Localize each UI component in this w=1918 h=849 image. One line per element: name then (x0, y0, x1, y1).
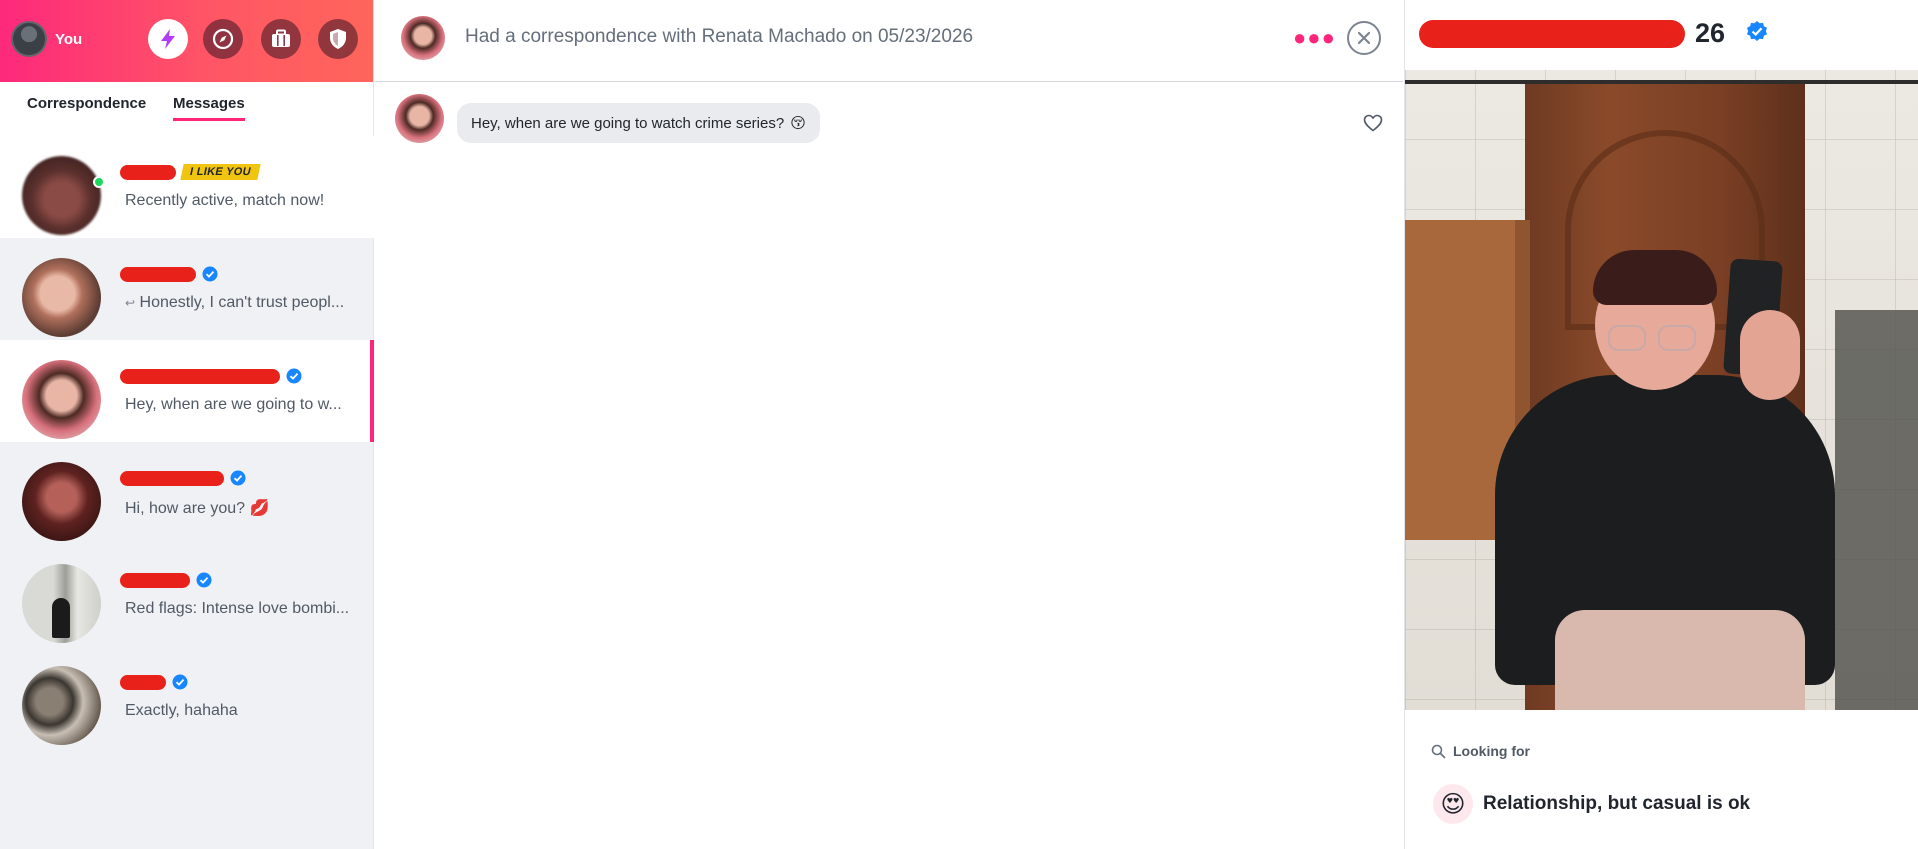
match-avatar[interactable] (401, 16, 445, 60)
looking-for-value: Relationship, but casual is ok (1483, 793, 1751, 814)
looking-for-section: Looking for 😍 Relationship, but casual i… (1405, 710, 1918, 849)
close-icon (1357, 31, 1371, 45)
conversation-preview: Recently active, match now! (125, 192, 325, 209)
shield-icon (330, 29, 346, 49)
boost-button[interactable] (148, 19, 188, 59)
heart-eyes-emoji: 😍 (1433, 784, 1473, 824)
conversation-item[interactable]: I LIKE YOU Recently active, match now! (0, 136, 374, 238)
redacted-name (120, 266, 196, 282)
verified-badge-icon (286, 368, 302, 384)
redacted-name (120, 674, 166, 690)
online-indicator (93, 176, 105, 188)
conversation-preview: Hey, when are we going to w... (125, 396, 342, 413)
conversation-item[interactable]: Red flags: Intense love bombi... (0, 544, 374, 646)
message-bubble[interactable]: Hey, when are we going to watch crime se… (457, 103, 820, 143)
my-avatar[interactable] (11, 21, 47, 57)
profile-panel: 26 Looking for 😍 Relationship, but casua… (1404, 0, 1918, 849)
close-chat-button[interactable] (1347, 21, 1381, 55)
more-options-button[interactable]: ●●● (1293, 25, 1336, 51)
sidebar-tabs: Correspondence Messages (0, 82, 373, 136)
avatar (22, 360, 101, 439)
profile-header: 26 (1405, 0, 1918, 70)
avatar (22, 666, 101, 745)
kissing-emoji: 😚 (790, 115, 806, 132)
conversation-preview: Hi, how are you? 💋 (125, 498, 269, 518)
conversation-item[interactable]: ↩ Honestly, I can't trust peopl... (0, 238, 374, 340)
avatar (22, 258, 101, 337)
search-icon (1431, 744, 1446, 759)
conversation-preview-text: Hi, how are you? (125, 500, 246, 517)
lightning-icon (161, 29, 175, 49)
profile-photo[interactable] (1405, 70, 1918, 710)
avatar (22, 462, 101, 541)
redacted-name (120, 470, 224, 486)
conversation-item[interactable]: Hi, how are you? 💋 (0, 442, 374, 544)
conversation-item[interactable]: Exactly, hahaha (0, 646, 374, 748)
conversation-name (120, 570, 212, 590)
sidebar-header: You (0, 0, 373, 82)
looking-for-label: Looking for (1453, 743, 1530, 759)
my-profile-label[interactable]: You (55, 31, 82, 48)
reply-arrow-icon: ↩ (125, 296, 136, 310)
profile-age: 26 (1695, 18, 1726, 48)
briefcase-icon (272, 29, 290, 47)
tab-messages[interactable]: Messages (173, 95, 245, 121)
work-button[interactable] (261, 19, 301, 59)
conversation-preview: ↩ Honestly, I can't trust peopl... (125, 294, 344, 312)
avatar (22, 564, 101, 643)
verified-badge-icon (196, 572, 212, 588)
verified-badge-icon (172, 674, 188, 690)
chat-header: Had a correspondence with Renata Machado… (375, 0, 1403, 82)
chat-title: Had a correspondence with Renata Machado… (465, 26, 974, 47)
conversation-preview: Red flags: Intense love bombi... (125, 600, 350, 617)
redacted-name (1419, 20, 1685, 48)
conversation-item-selected[interactable]: Hey, when are we going to w... (0, 340, 374, 442)
verified-badge-icon (230, 470, 246, 486)
redacted-name (120, 572, 190, 588)
conversation-name (120, 264, 218, 284)
conversation-name (120, 366, 302, 386)
verified-badge-icon (202, 266, 218, 282)
like-message-icon[interactable] (1363, 114, 1383, 132)
sender-avatar[interactable] (395, 94, 444, 143)
message-text: Hey, when are we going to watch crime se… (471, 114, 785, 132)
conversation-name (120, 672, 188, 692)
tab-correspondence[interactable]: Correspondence (27, 95, 146, 118)
conversation-name: I LIKE YOU (120, 162, 261, 182)
selected-indicator (370, 340, 374, 442)
compass-icon (212, 28, 234, 50)
avatar (22, 156, 101, 235)
conversation-preview: Exactly, hahaha (125, 702, 238, 719)
chat-panel: Had a correspondence with Renata Machado… (375, 0, 1403, 849)
conversation-preview-text: Honestly, I can't trust peopl... (139, 294, 345, 311)
explore-button[interactable] (203, 19, 243, 59)
safety-button[interactable] (318, 19, 358, 59)
conversation-name (120, 468, 246, 488)
sidebar: You Correspondence Messages I LIKE YOU R… (0, 0, 374, 849)
redacted-name (120, 164, 176, 180)
like-badge: I LIKE YOU (180, 164, 261, 180)
redacted-name (120, 368, 280, 384)
verified-badge-icon (1747, 21, 1767, 41)
kiss-emoji: 💋 (249, 500, 270, 517)
photo-progress-bar (1405, 80, 1918, 84)
